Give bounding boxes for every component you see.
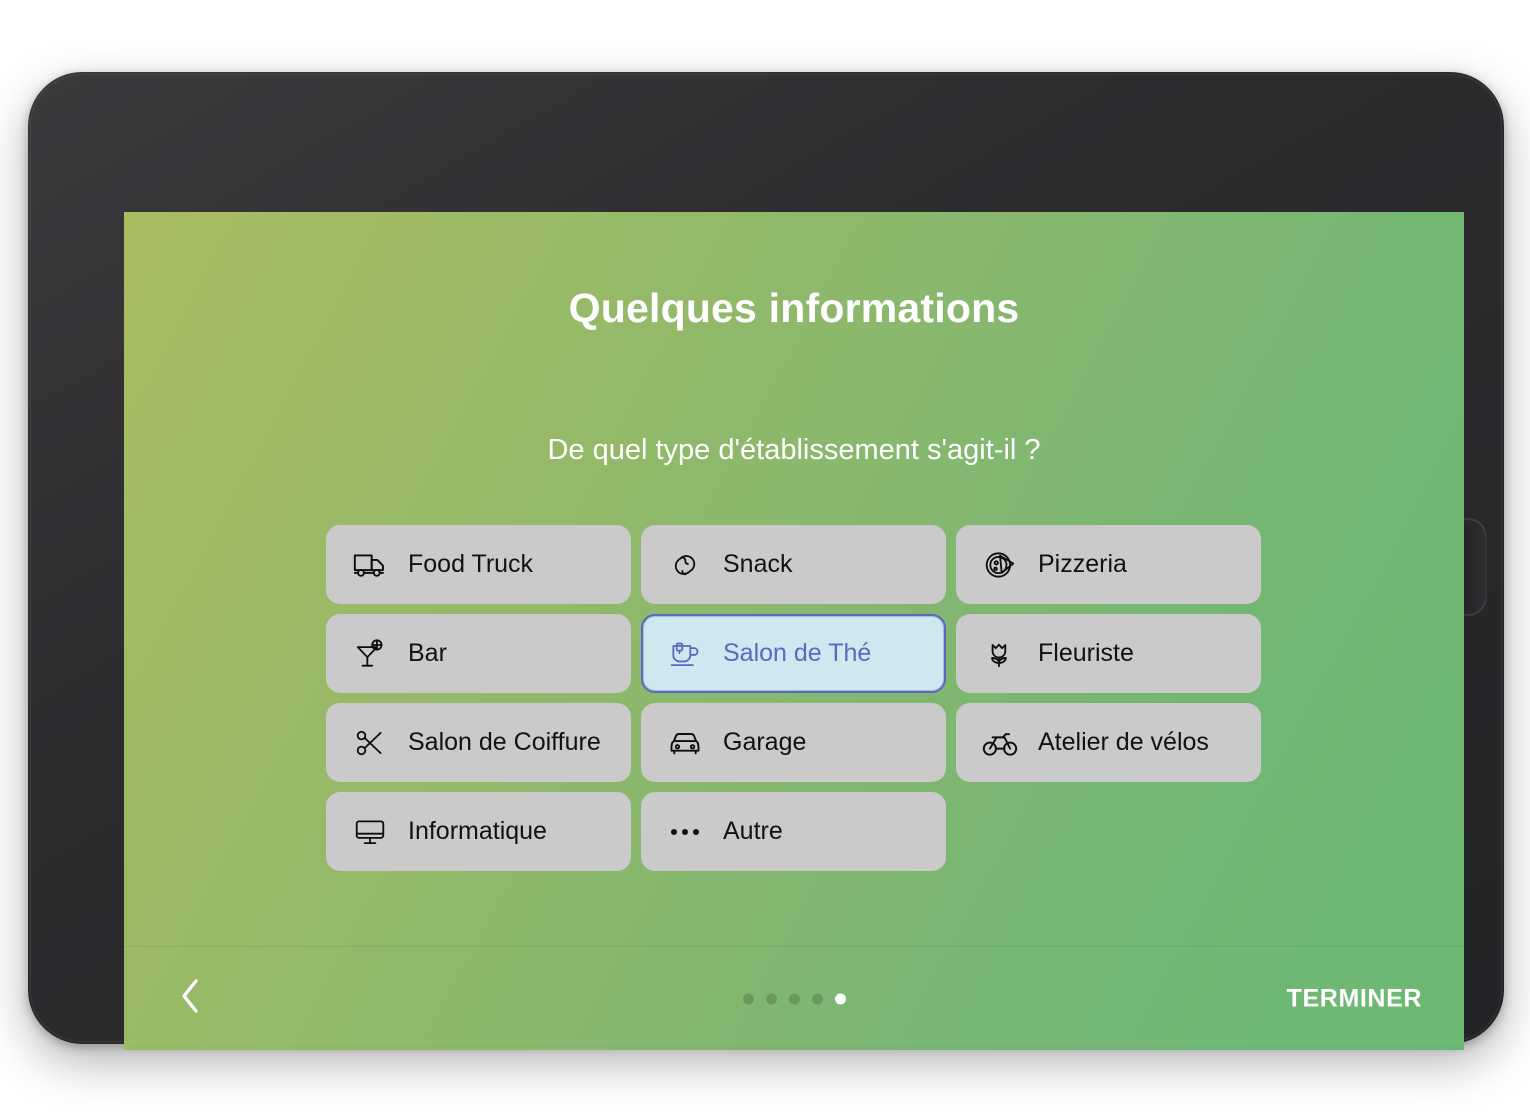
option-label: Pizzeria (1038, 550, 1127, 578)
pagination-dot-2[interactable] (765, 993, 777, 1004)
option-bar[interactable]: Bar (326, 614, 631, 693)
pagination-dot-1[interactable] (742, 993, 754, 1004)
pagination-dot-4[interactable] (811, 993, 823, 1004)
option-atelier-de-velos[interactable]: Atelier de vélos (956, 703, 1261, 782)
option-snack[interactable]: Snack (641, 525, 946, 604)
option-label: Salon de Coiffure (408, 728, 601, 756)
ellipsis-icon (665, 828, 705, 835)
bottom-navigation-bar: TERMINER (124, 946, 1464, 1050)
option-autre[interactable]: Autre (641, 792, 946, 871)
tablet-screen: Quelques informations De quel type d'éta… (124, 212, 1464, 1050)
onboarding-content: Quelques informations De quel type d'éta… (124, 212, 1464, 946)
page-title: Quelques informations (568, 285, 1020, 331)
option-label: Atelier de vélos (1038, 728, 1209, 756)
option-label: Snack (723, 550, 793, 578)
back-button[interactable] (168, 976, 214, 1022)
option-label: Bar (408, 639, 447, 667)
pagination-dots (124, 993, 1464, 1004)
pagination-dot-5[interactable] (834, 993, 846, 1004)
option-fleuriste[interactable]: Fleuriste (956, 614, 1261, 693)
option-label: Autre (723, 817, 783, 845)
option-label: Informatique (408, 817, 547, 845)
option-salon-de-the[interactable]: Salon de Thé (641, 614, 946, 693)
tablet-frame: Quelques informations De quel type d'éta… (28, 72, 1504, 1050)
car-icon (665, 723, 705, 763)
option-label: Fleuriste (1038, 639, 1134, 667)
pagination-dot-3[interactable] (788, 993, 800, 1004)
scissors-icon (350, 723, 390, 763)
establishment-type-options: Food Truck Snack Pizzeria Bar Salon de Thé Fl… (326, 525, 1271, 871)
bicycle-icon (980, 723, 1020, 763)
option-pizzeria[interactable]: Pizzeria (956, 525, 1261, 604)
option-label: Salon de Thé (723, 639, 872, 667)
sandwich-icon (665, 545, 705, 585)
teacup-icon (665, 634, 705, 674)
option-food-truck[interactable]: Food Truck (326, 525, 631, 604)
screenshot-root: Quelques informations De quel type d'éta… (0, 0, 1530, 1116)
cocktail-icon (350, 634, 390, 674)
page-question: De quel type d'établissement s'agit-il ? (547, 434, 1041, 466)
pizza-icon (980, 545, 1020, 585)
option-label: Food Truck (408, 550, 534, 578)
option-informatique[interactable]: Informatique (326, 792, 631, 871)
option-salon-de-coiffure[interactable]: Salon de Coiffure (326, 703, 631, 782)
chevron-left-icon (179, 977, 203, 1020)
truck-icon (350, 545, 390, 585)
option-label: Garage (723, 728, 807, 756)
monitor-icon (350, 812, 390, 852)
finish-button[interactable]: TERMINER (1283, 978, 1426, 1019)
tulip-icon (980, 634, 1020, 674)
option-garage[interactable]: Garage (641, 703, 946, 782)
